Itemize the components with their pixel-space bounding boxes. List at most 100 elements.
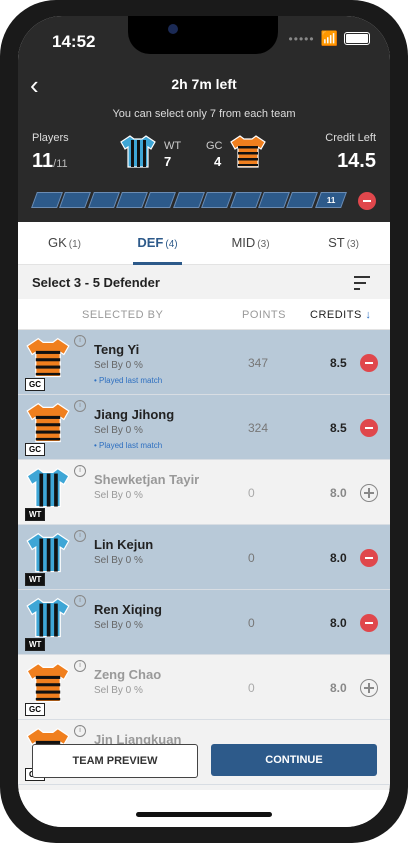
header: 14:52 ••••• 📶 ‹ 2h 7m left You can selec… bbox=[18, 16, 390, 222]
player-row[interactable]: GC i Zeng Chao Sel By 0 % 0 8.0 bbox=[18, 655, 390, 720]
team-preview-button[interactable]: TEAM PREVIEW bbox=[32, 744, 198, 778]
selection-instruction: Select 3 - 5 Defender bbox=[32, 275, 160, 290]
selected-by-percent: Sel By 0 % bbox=[94, 685, 143, 696]
selection-instruction-bar: Select 3 - 5 Defender bbox=[18, 265, 390, 299]
add-player-button[interactable] bbox=[360, 679, 378, 697]
played-last-match: Played last match bbox=[94, 376, 162, 385]
gc-jersey-icon bbox=[230, 134, 266, 173]
selected-by-percent: Sel By 0 % bbox=[94, 555, 143, 566]
bottom-action-bar: TEAM PREVIEW CONTINUE bbox=[18, 741, 390, 785]
player-credits: 8.0 bbox=[330, 486, 347, 500]
home-area bbox=[18, 790, 390, 827]
status-time: 14:52 bbox=[52, 32, 96, 51]
player-points: 0 bbox=[248, 681, 255, 695]
wt-jersey-icon bbox=[26, 596, 70, 643]
played-last-match: Played last match bbox=[94, 441, 162, 450]
info-icon[interactable]: i bbox=[74, 595, 86, 607]
phone-frame: 14:52 ••••• 📶 ‹ 2h 7m left You can selec… bbox=[0, 0, 408, 843]
remove-player-button[interactable] bbox=[360, 419, 378, 437]
team-code-gc: GC bbox=[206, 140, 223, 152]
gc-jersey-icon bbox=[26, 336, 70, 383]
camera-icon bbox=[168, 24, 178, 34]
player-points: 347 bbox=[248, 356, 269, 370]
status-icons: ••••• 📶 bbox=[289, 30, 370, 47]
team-badge: WT bbox=[25, 508, 46, 521]
player-credits: 8.5 bbox=[330, 356, 347, 370]
col-credits[interactable]: CREDITS ↓ bbox=[310, 309, 371, 321]
player-points: 0 bbox=[248, 616, 255, 630]
player-name: Lin Kejun bbox=[94, 537, 154, 552]
continue-button[interactable]: CONTINUE bbox=[211, 744, 377, 776]
column-header: SELECTED BY POINTS CREDITS ↓ bbox=[18, 299, 390, 330]
team-badge: GC bbox=[25, 378, 45, 391]
players-label: Players bbox=[32, 132, 69, 144]
player-credits: 8.0 bbox=[330, 551, 347, 565]
progress-segment bbox=[116, 192, 149, 208]
progress-segment bbox=[201, 192, 234, 208]
selection-progress-bar: 11 bbox=[31, 192, 347, 208]
player-list: GC i Teng Yi Sel By 0 % Played last match 347… bbox=[18, 330, 390, 785]
wt-jersey-icon bbox=[26, 466, 70, 513]
gc-jersey-icon bbox=[26, 401, 70, 448]
info-icon[interactable]: i bbox=[74, 725, 86, 737]
selected-by-percent: Sel By 0 % bbox=[94, 425, 143, 436]
notch bbox=[128, 16, 278, 54]
remove-player-button[interactable] bbox=[360, 614, 378, 632]
player-row[interactable]: WT i Ren Xiqing Sel By 0 % 0 8.0 bbox=[18, 590, 390, 655]
app-screen: 14:52 ••••• 📶 ‹ 2h 7m left You can selec… bbox=[18, 16, 390, 827]
progress-segment bbox=[286, 192, 319, 208]
signal-icon: ••••• bbox=[288, 31, 315, 46]
info-icon[interactable]: i bbox=[74, 465, 86, 477]
player-row[interactable]: GC i Teng Yi Sel By 0 % Played last match 347… bbox=[18, 330, 390, 395]
progress-segment bbox=[229, 192, 262, 208]
selected-by-percent: Sel By 0 % bbox=[94, 620, 143, 631]
player-name: Shewketjan Tayir bbox=[94, 472, 200, 487]
remove-player-button[interactable] bbox=[360, 549, 378, 567]
info-icon[interactable]: i bbox=[74, 530, 86, 542]
team-badge: GC bbox=[25, 703, 45, 716]
info-icon[interactable]: i bbox=[74, 335, 86, 347]
player-name: Jiang Jihong bbox=[94, 407, 175, 422]
progress-segment bbox=[87, 192, 120, 208]
sort-arrow-icon: ↓ bbox=[365, 309, 372, 321]
add-player-button[interactable] bbox=[360, 484, 378, 502]
wifi-icon: 📶 bbox=[320, 30, 338, 46]
progress-segment bbox=[59, 192, 92, 208]
tab-mid[interactable]: MID (3) bbox=[204, 222, 297, 264]
wt-jersey-icon bbox=[26, 531, 70, 578]
progress-segment bbox=[144, 192, 177, 208]
team-badge: GC bbox=[25, 443, 45, 456]
tab-st[interactable]: ST (3) bbox=[297, 222, 390, 264]
progress-segment-last: 11 bbox=[314, 192, 347, 208]
player-credits: 8.0 bbox=[330, 616, 347, 630]
info-icon[interactable]: i bbox=[74, 660, 86, 672]
credit-left-value: 14.5 bbox=[337, 150, 376, 172]
player-points: 0 bbox=[248, 551, 255, 565]
player-row[interactable]: WT i Lin Kejun Sel By 0 % 0 8.0 bbox=[18, 525, 390, 590]
home-indicator[interactable] bbox=[136, 812, 272, 817]
filter-icon[interactable] bbox=[354, 276, 370, 294]
progress-segment bbox=[257, 192, 291, 208]
players-count: 11/11 bbox=[32, 150, 68, 172]
col-points[interactable]: POINTS bbox=[242, 309, 286, 321]
clear-team-button[interactable] bbox=[358, 192, 376, 210]
team-badge: WT bbox=[25, 638, 46, 651]
tab-def[interactable]: DEF (4) bbox=[111, 222, 204, 265]
remove-player-button[interactable] bbox=[360, 354, 378, 372]
player-row[interactable]: GC i Jiang Jihong Sel By 0 % Played last mat… bbox=[18, 395, 390, 460]
progress-segment bbox=[172, 192, 206, 208]
selected-by-percent: Sel By 0 % bbox=[94, 360, 143, 371]
tab-gk[interactable]: GK (1) bbox=[18, 222, 111, 264]
progress-segment bbox=[31, 192, 64, 208]
player-points: 324 bbox=[248, 421, 269, 435]
battery-icon bbox=[344, 32, 370, 45]
col-selected-by[interactable]: SELECTED BY bbox=[82, 309, 163, 321]
team-count-gc: 4 bbox=[214, 154, 222, 169]
player-credits: 8.5 bbox=[330, 421, 347, 435]
page-title: 2h 7m left bbox=[171, 76, 237, 92]
team-count-wt: 7 bbox=[164, 154, 172, 169]
info-icon[interactable]: i bbox=[74, 400, 86, 412]
player-name: Ren Xiqing bbox=[94, 602, 162, 617]
player-row[interactable]: WT i Shewketjan Tayir Sel By 0 % 0 8.0 bbox=[18, 460, 390, 525]
team-limit-note: You can select only 7 from each team bbox=[112, 108, 296, 120]
